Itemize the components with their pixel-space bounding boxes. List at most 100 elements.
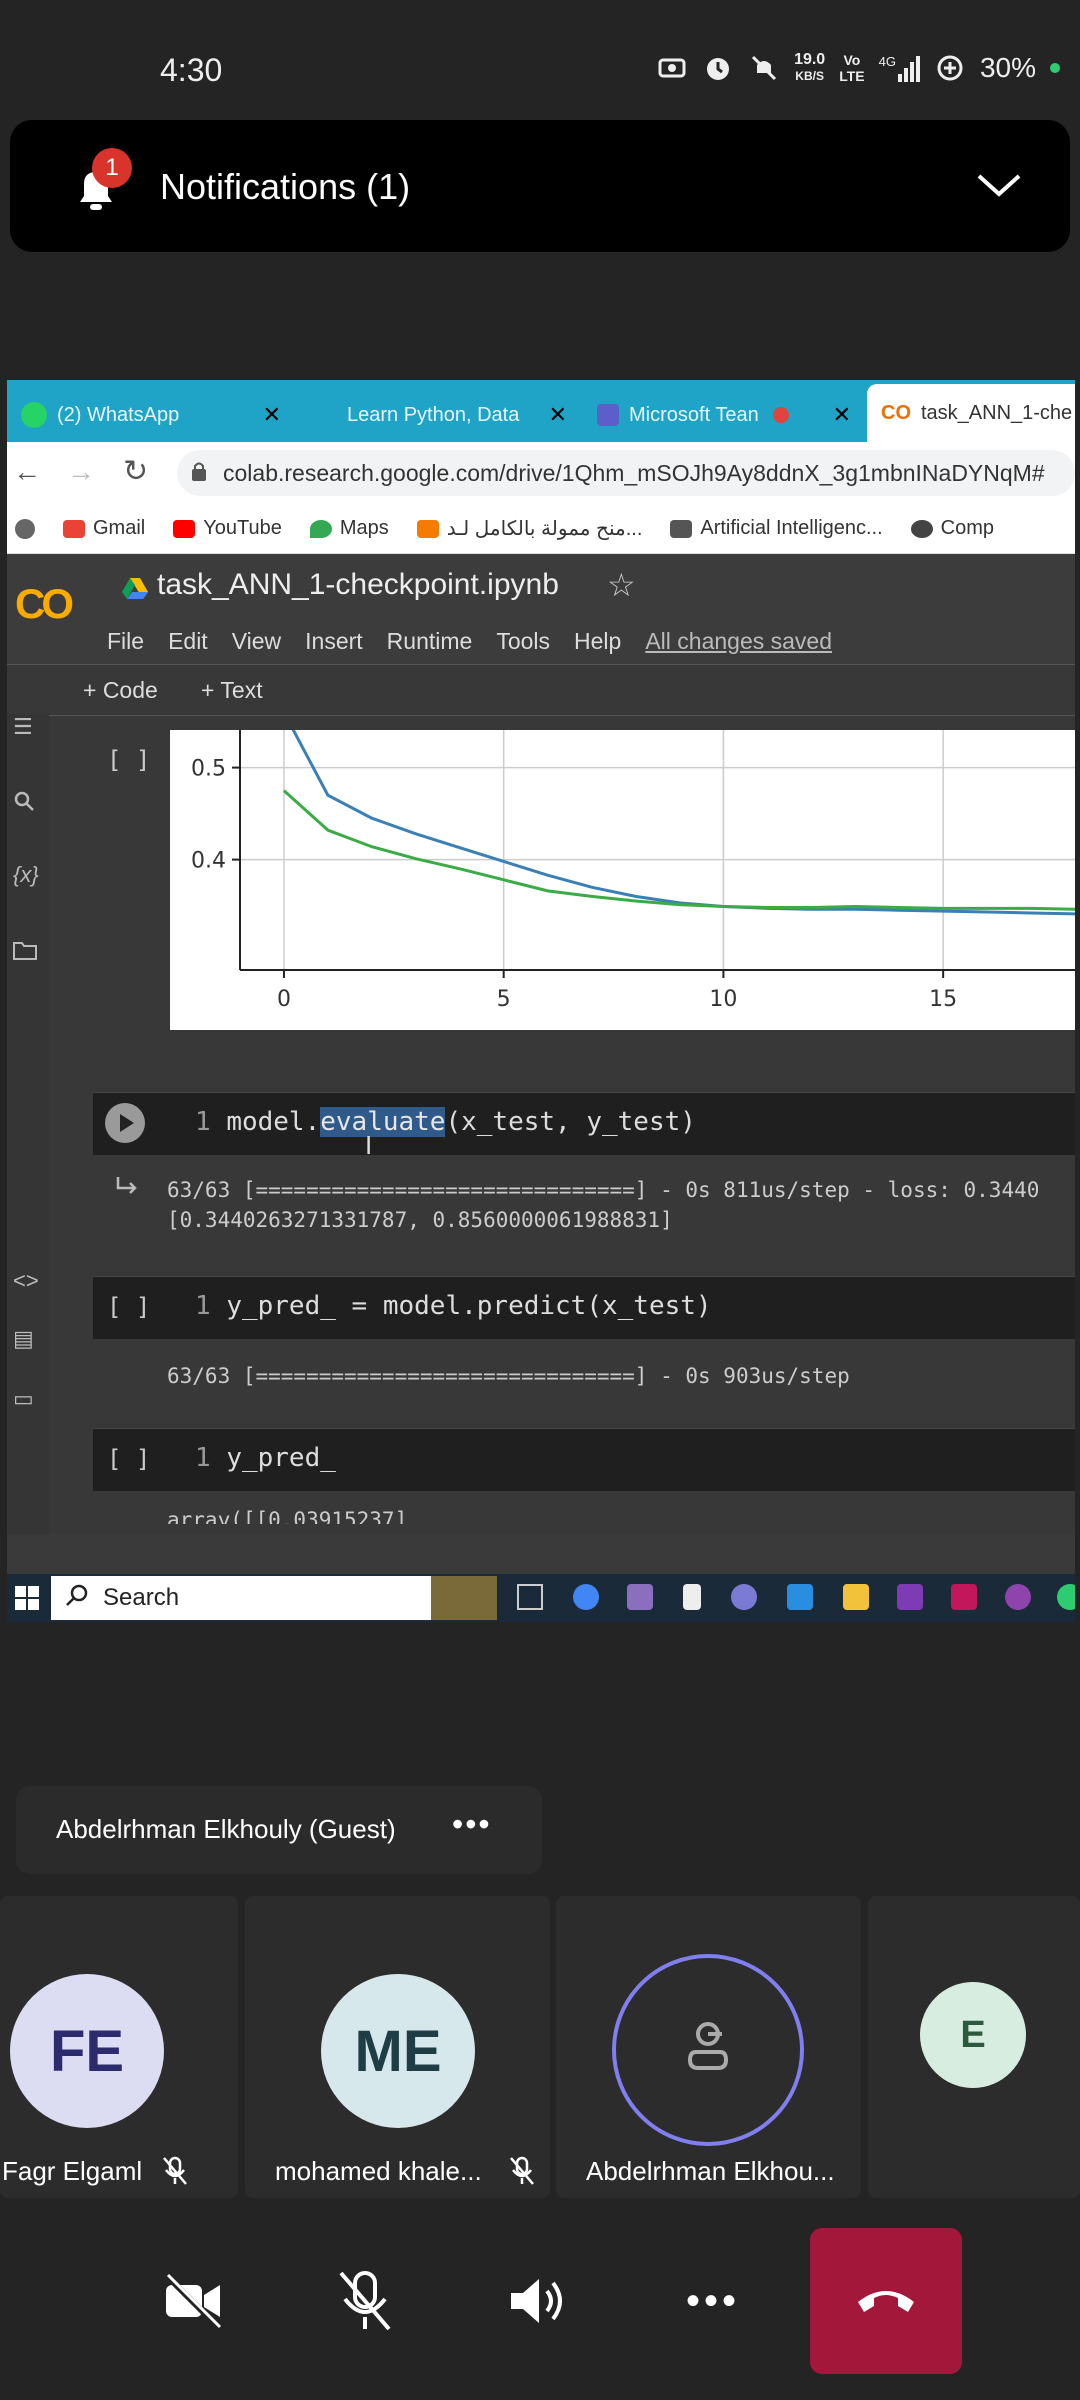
end-call-button[interactable] [810, 2228, 962, 2374]
cell-output-line: [0.3440263271331787, 0.8560000061988831] [167, 1208, 673, 1232]
windows-taskbar: Search [7, 1574, 1075, 1622]
save-status[interactable]: All changes saved [645, 628, 832, 655]
more-actions-button[interactable]: ••• [638, 2226, 788, 2376]
chevron-down-icon[interactable] [975, 170, 1023, 205]
bookmark-scholarships[interactable]: منح ممولة بالكامل لـد... [416, 516, 642, 541]
code-cell-evaluate[interactable]: 1 model.evaluate(x_test, y_test) [93, 1092, 1075, 1155]
screen-record-icon [656, 53, 688, 83]
taskbar-search[interactable]: Search [51, 1576, 497, 1620]
notebook-title[interactable]: task_ANN_1-checkpoint.ipynb [157, 568, 559, 602]
bookmark-comp[interactable]: Comp [910, 517, 994, 540]
code-line[interactable]: 1 y_pred_ [195, 1443, 336, 1473]
tab-colab[interactable]: CO task_ANN_1-che [867, 384, 1075, 442]
file-explorer-icon[interactable] [843, 1584, 869, 1610]
whatsapp-icon [21, 402, 47, 428]
tab-whatsapp[interactable]: (2) WhatsApp ✕ [7, 388, 297, 442]
tab-learn-python[interactable]: Learn Python, Data ✕ [297, 388, 583, 442]
mute-icon [748, 53, 780, 83]
app-icon[interactable] [1005, 1584, 1031, 1610]
address-bar: ← → ↻ colab.research.google.com/drive/1Q… [7, 442, 1075, 504]
app-icon[interactable] [627, 1584, 653, 1610]
guest-avatar-icon [687, 2022, 729, 2070]
colab-logo[interactable]: CO [15, 580, 74, 628]
speaker-button[interactable] [462, 2226, 612, 2376]
reload-icon[interactable]: ↻ [123, 454, 148, 489]
bookmark-gmail[interactable]: Gmail [63, 517, 145, 540]
add-code-button[interactable]: + Code [83, 677, 158, 704]
camera-off-icon [163, 2272, 222, 2330]
task-view-icon[interactable] [517, 1584, 543, 1610]
menu-help[interactable]: Help [574, 628, 621, 655]
gmail-icon [63, 519, 85, 538]
mute-button[interactable] [290, 2226, 440, 2376]
code-line[interactable]: 1 model.evaluate(x_test, y_test) [195, 1107, 696, 1137]
menu-tools[interactable]: Tools [496, 628, 550, 655]
close-icon[interactable]: ✕ [833, 402, 851, 428]
close-icon[interactable]: ✕ [549, 402, 567, 428]
windows-start-icon[interactable] [15, 1586, 39, 1615]
output-action-icon[interactable] [115, 1174, 141, 1205]
app-icon[interactable] [897, 1584, 923, 1610]
search-icon[interactable] [13, 790, 35, 818]
command-palette-icon[interactable]: ▤ [13, 1326, 34, 1352]
avatar: E [920, 1982, 1026, 2088]
hang-up-icon [858, 2291, 914, 2312]
participant-tile[interactable]: FE Fagr Elgaml [0, 1896, 238, 2198]
close-icon[interactable]: ✕ [263, 402, 281, 428]
app-icon[interactable] [1057, 1584, 1075, 1610]
more-options-icon[interactable]: ••• [452, 1806, 492, 1843]
y-tick-label: 0.4 [191, 849, 226, 874]
participant-tile[interactable]: E [868, 1896, 1080, 2198]
chrome-icon[interactable] [573, 1584, 599, 1610]
menu-file[interactable]: File [107, 628, 144, 655]
loss-chart: 0 5 10 15 0.4 0.5 [170, 720, 1075, 1030]
cell-run-bracket[interactable]: [ ] [107, 1445, 150, 1473]
variables-icon[interactable]: {x} [13, 862, 39, 888]
code-snippets-icon[interactable]: <> [13, 1268, 39, 1294]
add-text-button[interactable]: + Text [201, 677, 263, 704]
bookmark-youtube[interactable]: YouTube [173, 517, 282, 540]
search-icon [65, 1583, 89, 1614]
plot-background [170, 730, 1075, 1030]
privacy-indicator-dot [1050, 63, 1060, 73]
file-icon[interactable] [683, 1584, 701, 1610]
world-icon [15, 518, 35, 539]
status-icons: 19.0 KB/S Vo LTE 4G 30% [656, 52, 1060, 84]
back-arrow-icon[interactable]: ← [13, 456, 41, 488]
terminal-icon[interactable]: ▭ [13, 1386, 34, 1412]
table-of-contents-icon[interactable]: ☰ [13, 714, 33, 740]
participant-tile[interactable]: ME mohamed khale... [245, 1896, 550, 2198]
teams-icon [597, 404, 619, 426]
guest-pill[interactable]: Abdelrhman Elkhouly (Guest) ••• [16, 1786, 542, 1874]
maps-icon [309, 519, 332, 538]
folder-icon[interactable] [13, 940, 37, 966]
menu-insert[interactable]: Insert [305, 628, 363, 655]
menu-edit[interactable]: Edit [168, 628, 208, 655]
code-line[interactable]: 1 y_pred_ = model.predict(x_test) [195, 1291, 712, 1321]
x-tick-label: 10 [709, 987, 737, 1012]
x-tick-label: 5 [497, 987, 511, 1012]
forward-arrow-icon[interactable]: → [67, 456, 95, 488]
code-cell-y-pred[interactable]: [ ] 1 y_pred_ [93, 1428, 1075, 1491]
bookmark-ai[interactable]: Artificial Intelligenc... [670, 517, 883, 540]
star-icon[interactable]: ☆ [607, 566, 636, 604]
colab-side-rail: ☰ {x} <> ▤ ▭ [7, 714, 49, 1534]
menu-view[interactable]: View [232, 628, 281, 655]
participant-tile-speaking[interactable]: Abdelrhman Elkhou... [556, 1896, 861, 2198]
app-icon[interactable] [731, 1584, 757, 1610]
app-icon[interactable] [787, 1584, 813, 1610]
bookmark-maps[interactable]: Maps [309, 517, 389, 540]
camera-off-button[interactable] [118, 2226, 268, 2376]
app-icon[interactable] [951, 1584, 977, 1610]
menu-runtime[interactable]: Runtime [387, 628, 473, 655]
code-cell-predict[interactable]: [ ] 1 y_pred_ = model.predict(x_test) [93, 1276, 1075, 1339]
menu-bar: File Edit View Insert Runtime Tools Help… [107, 628, 832, 655]
cell-run-bracket[interactable]: [ ] [107, 1293, 150, 1321]
run-cell-button[interactable] [105, 1103, 145, 1143]
cell-run-bracket[interactable]: [ ] [107, 746, 150, 774]
selected-text: evaluate [320, 1107, 446, 1137]
alarm-icon [702, 53, 734, 83]
tab-microsoft-teams[interactable]: Microsoft Tean ✕ [583, 388, 867, 442]
url-field[interactable]: colab.research.google.com/drive/1Qhm_mSO… [177, 450, 1075, 496]
browser-tab-strip: (2) WhatsApp ✕ Learn Python, Data ✕ Micros… [7, 380, 1075, 442]
